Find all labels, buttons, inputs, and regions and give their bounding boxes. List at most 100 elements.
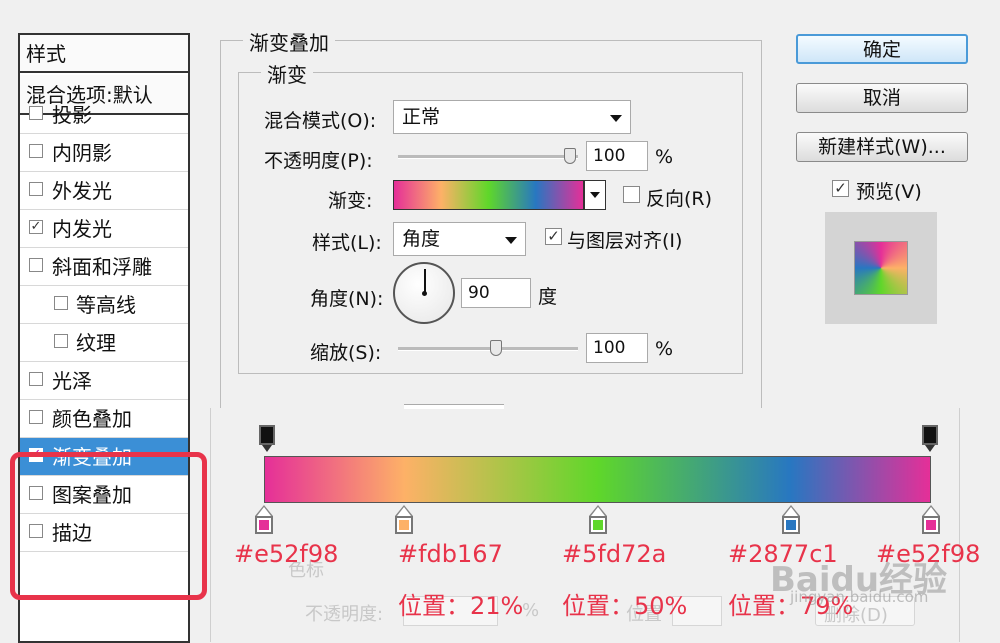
style-checkbox[interactable] — [54, 334, 68, 348]
opacity-input[interactable]: 100 — [586, 141, 648, 171]
watermark-url: jingyan.baidu.com — [790, 588, 929, 606]
style-item[interactable]: 纹理 — [20, 324, 188, 362]
preview-label: 预览(V) — [856, 181, 922, 203]
scale-unit: % — [655, 338, 674, 360]
gradient-picker-swatch[interactable] — [393, 180, 584, 210]
style-item[interactable]: 图案叠加 — [20, 476, 188, 514]
style-item-label: 等高线 — [76, 293, 136, 317]
style-checkbox[interactable] — [29, 486, 43, 500]
style-item-label: 投影 — [52, 103, 92, 127]
reverse-label: 反向(R) — [646, 188, 713, 210]
color-stop-pointer — [588, 505, 607, 516]
color-hex-annotation: #5fd72a — [562, 540, 667, 568]
color-stop-fill — [592, 520, 603, 530]
style-item-label: 描边 — [52, 521, 92, 545]
style-checkbox[interactable] — [29, 410, 43, 424]
angle-input[interactable]: 90 — [461, 278, 531, 308]
color-stop[interactable] — [395, 505, 414, 535]
opacity-stop-right[interactable] — [922, 425, 938, 452]
gradient-bar[interactable] — [264, 456, 931, 503]
blend-mode-label: 混合模式(O): — [264, 110, 377, 132]
cancel-button[interactable]: 取消 — [796, 83, 968, 113]
reverse-checkbox[interactable] — [623, 186, 640, 203]
opacity-unit: % — [655, 146, 674, 168]
color-stop-pointer — [255, 505, 273, 516]
color-stop-swatch — [255, 516, 273, 534]
style-checkbox[interactable] — [29, 106, 43, 120]
blend-mode-value: 正常 — [402, 106, 441, 128]
style-checkbox[interactable] — [29, 144, 43, 158]
style-item-label: 图案叠加 — [52, 483, 132, 507]
styles-header: 样式 — [20, 35, 188, 73]
style-checkbox[interactable] — [54, 296, 68, 310]
angle-dial-center — [422, 291, 427, 296]
opacity-stop-left[interactable] — [259, 425, 275, 452]
style-item-label: 颜色叠加 — [52, 407, 132, 431]
style-item[interactable]: 斜面和浮雕 — [20, 248, 188, 286]
style-item[interactable]: 颜色叠加 — [20, 400, 188, 438]
style-checkbox[interactable] — [29, 258, 43, 272]
style-item[interactable]: 描边 — [20, 514, 188, 552]
subsection-title: 渐变 — [261, 59, 313, 88]
style-item[interactable]: 光泽 — [20, 362, 188, 400]
style-select[interactable]: 角度 — [393, 222, 526, 256]
style-checkbox[interactable] — [29, 372, 43, 386]
ok-button[interactable]: 确定 — [796, 34, 968, 64]
style-item[interactable]: ✓ 内发光 — [20, 210, 188, 248]
color-stop-swatch — [395, 516, 414, 534]
styles-panel: 样式 混合选项:默认 投影 内阴影 外发光 ✓ 内发光 斜面和浮雕 等高线 纹理 光泽 颜色叠加 ✓… — [18, 33, 190, 643]
style-item-label: 光泽 — [52, 369, 92, 393]
color-stop-pointer — [781, 505, 800, 516]
gradient-dropdown-button[interactable] — [584, 180, 606, 210]
preview-checkbox[interactable]: ✓ — [832, 180, 849, 197]
align-with-layer-checkbox[interactable]: ✓ — [545, 228, 562, 245]
opacity-slider-thumb[interactable] — [564, 148, 576, 164]
chevron-down-icon — [505, 237, 517, 244]
stop-opacity-label: 不透明度: — [305, 604, 384, 625]
editor-divider — [404, 404, 504, 409]
color-stop[interactable] — [922, 505, 940, 535]
opacity-label: 不透明度(P): — [264, 150, 373, 172]
angle-dial[interactable] — [393, 262, 455, 324]
color-stop-fill — [785, 520, 796, 530]
style-checkbox[interactable]: ✓ — [29, 220, 43, 234]
style-item-label: 内阴影 — [52, 141, 112, 165]
style-checkbox[interactable]: ✓ — [29, 448, 43, 462]
style-checkbox[interactable] — [29, 182, 43, 196]
scale-slider-track[interactable] — [398, 347, 578, 351]
color-stop-swatch — [781, 516, 800, 534]
style-item[interactable]: 等高线 — [20, 286, 188, 324]
style-item[interactable]: 投影 — [20, 96, 188, 134]
position-annotation: 位置：50% — [562, 592, 688, 620]
color-stop[interactable] — [588, 505, 607, 535]
color-stop[interactable] — [781, 505, 800, 535]
opacity-slider-track[interactable] — [398, 155, 578, 159]
scale-slider-thumb[interactable] — [490, 340, 502, 356]
position-annotation: 位置：21% — [398, 592, 524, 620]
style-label: 样式(L): — [312, 232, 382, 254]
style-value: 角度 — [402, 228, 441, 250]
color-stop-swatch — [922, 516, 940, 534]
preview-swatch — [854, 241, 908, 295]
style-item-label: 渐变叠加 — [52, 445, 132, 469]
style-item[interactable]: 外发光 — [20, 172, 188, 210]
style-item-label: 斜面和浮雕 — [52, 255, 152, 279]
new-style-button[interactable]: 新建样式(W)... — [796, 132, 968, 162]
chevron-down-icon — [610, 115, 622, 122]
style-checkbox[interactable] — [29, 524, 43, 538]
style-item-label: 纹理 — [76, 331, 116, 355]
scale-input[interactable]: 100 — [586, 333, 648, 363]
blend-mode-select[interactable]: 正常 — [393, 100, 631, 134]
color-stop[interactable] — [255, 505, 273, 535]
color-stop-fill — [926, 520, 936, 530]
scale-label: 缩放(S): — [310, 342, 382, 364]
color-stop-fill — [259, 520, 269, 530]
color-stop-swatch — [588, 516, 607, 534]
gradient-label: 渐变: — [328, 190, 373, 212]
angle-label: 角度(N): — [310, 288, 384, 310]
color-stop-pointer — [922, 505, 940, 516]
style-item[interactable]: ✓ 渐变叠加 — [20, 438, 188, 476]
chevron-down-icon — [590, 192, 600, 198]
style-item[interactable]: 内阴影 — [20, 134, 188, 172]
style-item-label: 内发光 — [52, 217, 112, 241]
